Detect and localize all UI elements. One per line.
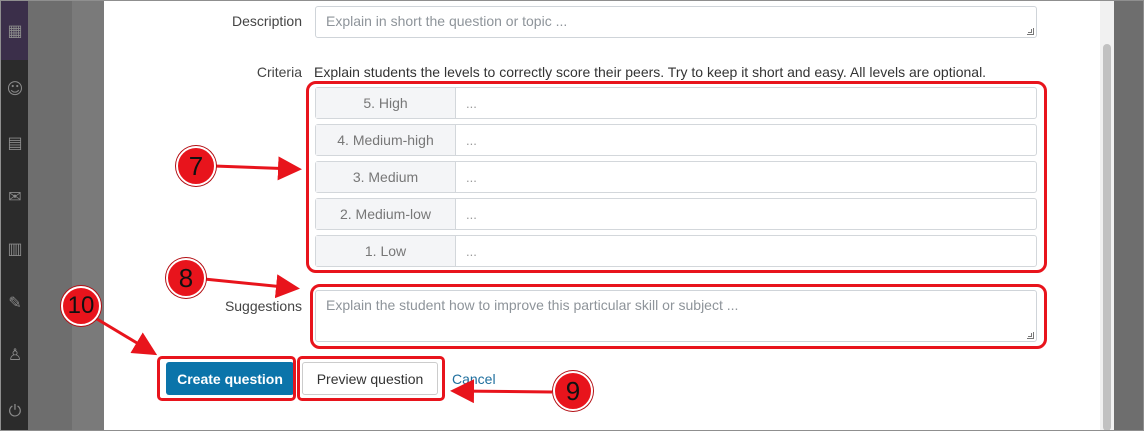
level-input-5[interactable]: ... bbox=[456, 88, 1036, 118]
modal-backdrop-gutter bbox=[72, 0, 104, 431]
level-label: 4. Medium-high bbox=[316, 125, 456, 155]
annotation-marker-8: 8 bbox=[166, 258, 206, 298]
level-input-4[interactable]: ... bbox=[456, 125, 1036, 155]
level-input-1[interactable]: ... bbox=[456, 236, 1036, 266]
logout-icon[interactable]: ⏻ bbox=[6, 402, 24, 420]
description-label: Description bbox=[231, 13, 302, 29]
level-row-5: 5. High ... bbox=[315, 87, 1037, 119]
edit-icon[interactable]: ✎ bbox=[6, 294, 24, 312]
suggestions-input[interactable]: Explain the student how to improve this … bbox=[315, 290, 1037, 342]
level-row-2: 2. Medium-low ... bbox=[315, 198, 1037, 230]
annotation-marker-10: 10 bbox=[61, 286, 101, 326]
app-sidebar: ▦ ☺ ▤ ✉ ▥ ✎ ♙ ⏻ bbox=[0, 0, 28, 431]
level-input-3[interactable]: ... bbox=[456, 162, 1036, 192]
annotation-marker-7: 7 bbox=[176, 146, 216, 186]
description-placeholder: Explain in short the question or topic .… bbox=[326, 13, 568, 29]
level-row-1: 1. Low ... bbox=[315, 235, 1037, 267]
suggestions-placeholder: Explain the student how to improve this … bbox=[326, 297, 739, 313]
scrollbar[interactable] bbox=[1100, 0, 1114, 431]
level-row-4: 4. Medium-high ... bbox=[315, 124, 1037, 156]
suggestions-label: Suggestions bbox=[224, 298, 302, 314]
level-label: 1. Low bbox=[316, 236, 456, 266]
resize-handle-icon[interactable] bbox=[1027, 28, 1034, 35]
users-icon[interactable]: ☺ bbox=[6, 80, 24, 98]
level-label: 2. Medium-low bbox=[316, 199, 456, 229]
level-input-2[interactable]: ... bbox=[456, 199, 1036, 229]
preview-question-button[interactable]: Preview question bbox=[302, 362, 438, 395]
create-question-button[interactable]: Create question bbox=[166, 362, 294, 395]
level-row-3: 3. Medium ... bbox=[315, 161, 1037, 193]
resize-handle-icon[interactable] bbox=[1027, 332, 1034, 339]
level-label: 3. Medium bbox=[316, 162, 456, 192]
description-input[interactable]: Explain in short the question or topic .… bbox=[315, 6, 1037, 38]
mail-icon[interactable]: ✉ bbox=[6, 188, 24, 206]
level-label: 5. High bbox=[316, 88, 456, 118]
calendar-icon[interactable]: ▤ bbox=[6, 134, 24, 152]
criteria-hint: Explain students the levels to correctly… bbox=[314, 64, 987, 80]
cancel-link[interactable]: Cancel bbox=[452, 371, 496, 387]
document-icon[interactable]: ▥ bbox=[6, 240, 24, 258]
criteria-label: Criteria bbox=[256, 64, 302, 80]
annotation-marker-9: 9 bbox=[553, 371, 593, 411]
apps-icon[interactable]: ▦ bbox=[6, 22, 24, 40]
scrollbar-thumb[interactable] bbox=[1103, 44, 1111, 431]
person-icon[interactable]: ♙ bbox=[6, 346, 24, 364]
